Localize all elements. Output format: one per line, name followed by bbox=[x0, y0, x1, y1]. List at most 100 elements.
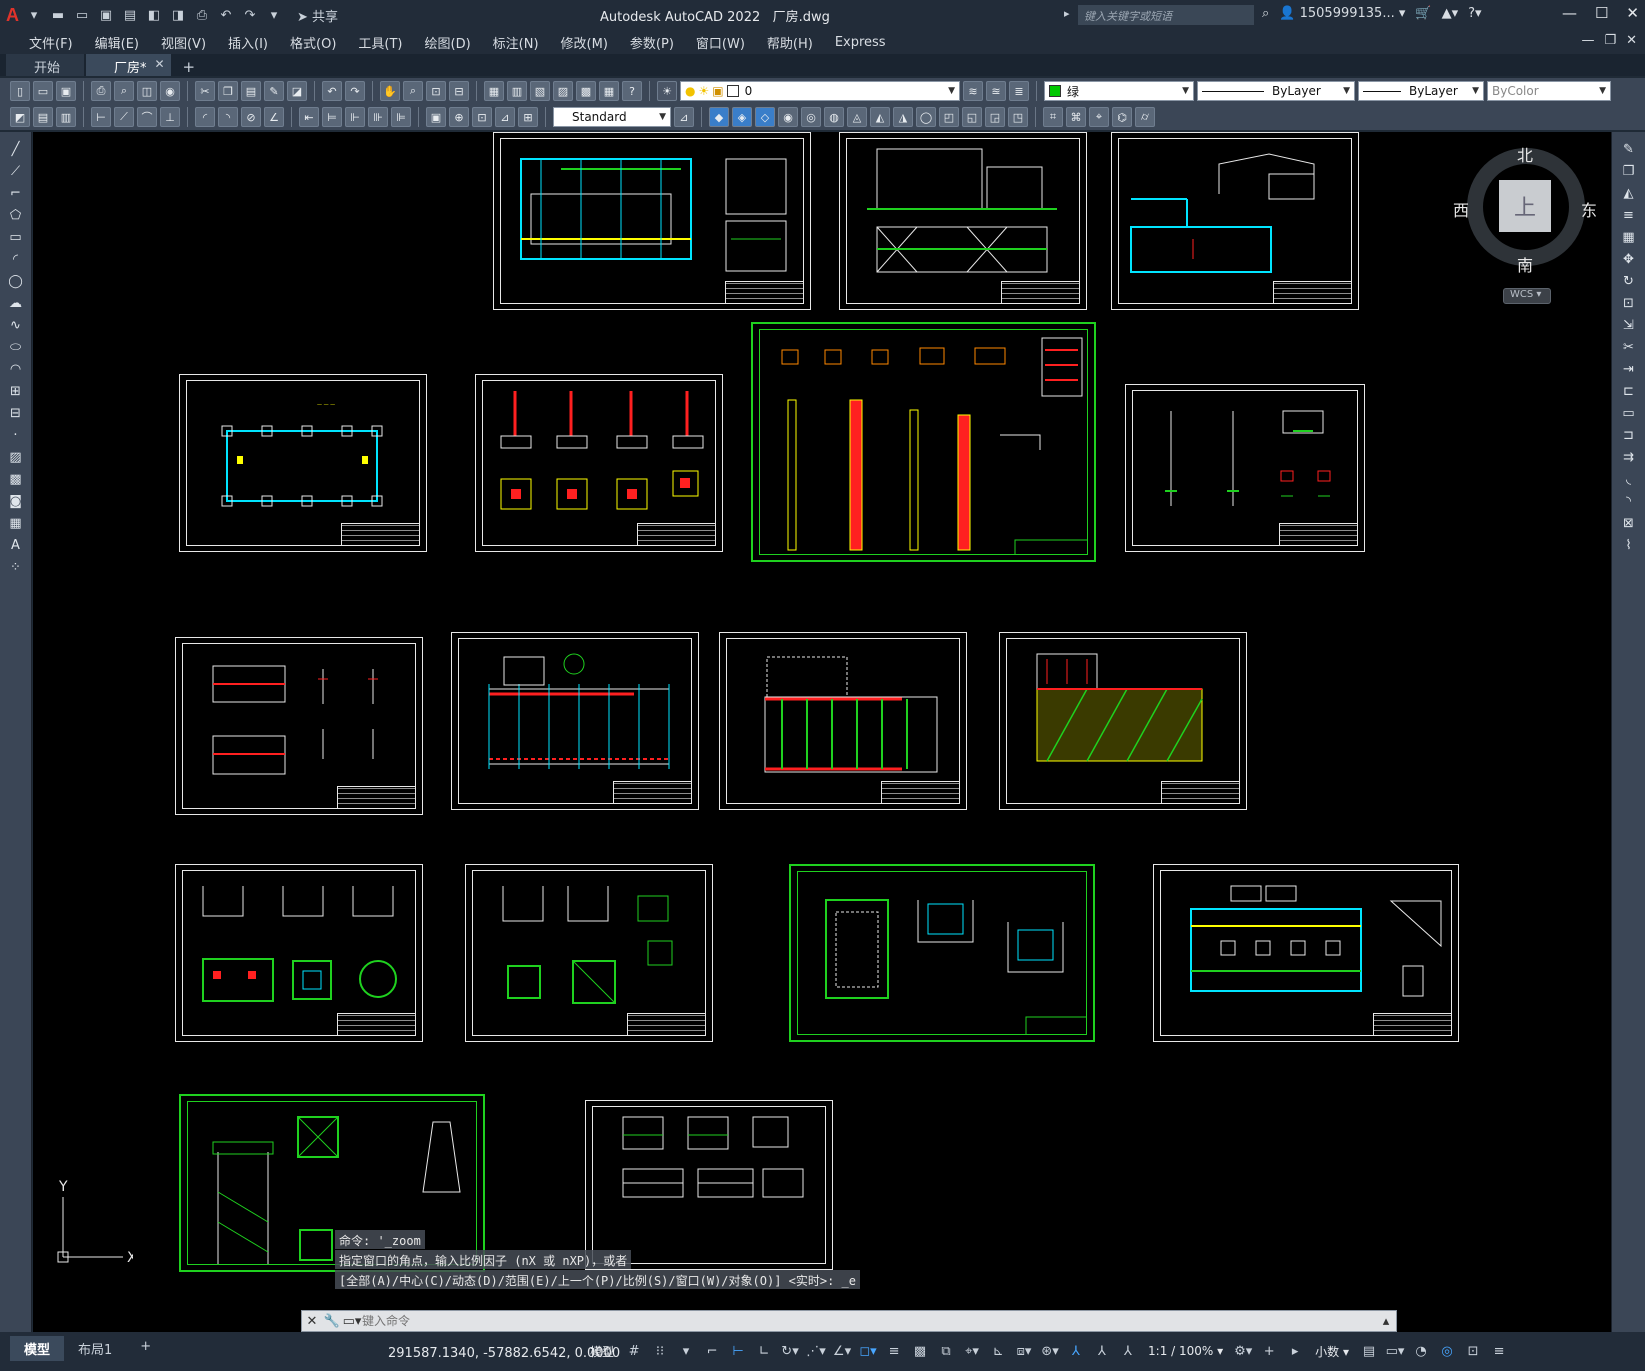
paste-icon[interactable]: ▤ bbox=[241, 81, 261, 101]
menu-window[interactable]: 窗口(W) bbox=[685, 33, 756, 52]
pyramid-icon[interactable]: ◬ bbox=[847, 107, 867, 127]
mirror-icon[interactable]: ◭ bbox=[1619, 184, 1639, 202]
blend-icon[interactable]: ◝ bbox=[1619, 492, 1639, 510]
dim-break-icon[interactable]: ⊫ bbox=[391, 107, 411, 127]
autodesk-app-icon[interactable]: ▲▾ bbox=[1442, 6, 1459, 21]
extrude-icon[interactable]: ◭ bbox=[870, 107, 890, 127]
quick-dim-icon[interactable]: ⇤ bbox=[299, 107, 319, 127]
calculator-icon[interactable]: ▦ bbox=[599, 81, 619, 101]
lineweight-dropdown[interactable]: ByLayer ▼ bbox=[1358, 81, 1484, 101]
menu-view[interactable]: 视图(V) bbox=[150, 33, 217, 52]
transparency-icon[interactable]: ▩ bbox=[910, 1340, 930, 1362]
drawing-area[interactable]: — — — 上 北 南 东 西 WCS ▾ Y X 命令: '_zoom 指定窗… bbox=[33, 132, 1611, 1332]
drawing-sheet[interactable]: — — — bbox=[179, 374, 427, 552]
angular-icon[interactable]: ∠ bbox=[264, 107, 284, 127]
clean-screen-icon[interactable]: ⊡ bbox=[1463, 1340, 1483, 1362]
plot-icon[interactable]: ⎙ bbox=[193, 6, 211, 24]
rectangle-icon[interactable]: ▭ bbox=[6, 228, 26, 246]
new-icon[interactable]: ▯ bbox=[10, 81, 30, 101]
extend-icon[interactable]: ⇥ bbox=[1619, 360, 1639, 378]
insert-block-icon[interactable]: ⊞ bbox=[6, 382, 26, 400]
ellipse-arc-icon[interactable]: ◠ bbox=[6, 360, 26, 378]
help-icon[interactable]: ?▾ bbox=[1468, 6, 1481, 21]
ortho-icon[interactable]: ∟ bbox=[754, 1340, 774, 1362]
lock-ui-icon[interactable]: ▭▾ bbox=[1385, 1340, 1405, 1362]
customize-command-icon[interactable]: 🔧 bbox=[322, 1314, 342, 1329]
copy-icon[interactable]: ❐ bbox=[1619, 162, 1639, 180]
plotstyle-dropdown[interactable]: ByColor ▼ bbox=[1487, 81, 1611, 101]
menu-edit[interactable]: 编辑(E) bbox=[84, 33, 150, 52]
hatch-icon[interactable]: ▨ bbox=[6, 448, 26, 466]
open-file-icon[interactable]: ▭ bbox=[73, 6, 91, 24]
design-center-icon[interactable]: ▥ bbox=[507, 81, 527, 101]
plot-preview-icon[interactable]: ⌕ bbox=[114, 81, 134, 101]
compass-west[interactable]: 西 bbox=[1453, 197, 1469, 221]
dim-style-icon[interactable]: ⊿ bbox=[674, 107, 694, 127]
properties-icon[interactable]: ▦ bbox=[484, 81, 504, 101]
color-dropdown[interactable]: 绿 ▼ bbox=[1044, 81, 1194, 101]
gradient-icon[interactable]: ▩ bbox=[6, 470, 26, 488]
object-snap-icon[interactable]: ◻▾ bbox=[858, 1340, 878, 1362]
quick-properties-icon[interactable]: ▤ bbox=[1359, 1340, 1379, 1362]
compass-east[interactable]: 东 bbox=[1581, 197, 1597, 221]
drawing-sheet[interactable] bbox=[719, 632, 967, 810]
ucs-face-icon[interactable]: ⌬ bbox=[1112, 107, 1132, 127]
layer-match-icon[interactable]: ▥ bbox=[56, 107, 76, 127]
drawing-sheet[interactable] bbox=[175, 864, 423, 1042]
center-mark-icon[interactable]: ⊕ bbox=[449, 107, 469, 127]
erase-icon[interactable]: ✎ bbox=[1619, 140, 1639, 158]
sweep-icon[interactable]: ◯ bbox=[916, 107, 936, 127]
menu-express[interactable]: Express bbox=[824, 35, 897, 50]
tab-model[interactable]: 模型 bbox=[10, 1336, 65, 1361]
drawing-sheet[interactable] bbox=[493, 132, 811, 310]
selection-cycling-icon[interactable]: ⧉ bbox=[936, 1340, 956, 1362]
explode-icon[interactable]: ⊠ bbox=[1619, 514, 1639, 532]
sheet-set-icon[interactable]: ▨ bbox=[553, 81, 573, 101]
zoom-realtime-icon[interactable]: ⌕ bbox=[403, 81, 423, 101]
move-icon[interactable]: ✥ bbox=[1619, 250, 1639, 268]
snap-menu-icon[interactable]: ▾ bbox=[676, 1340, 696, 1362]
command-input[interactable] bbox=[362, 1312, 1262, 1330]
stretch-icon[interactable]: ⇲ bbox=[1619, 316, 1639, 334]
drawing-sheet[interactable] bbox=[839, 132, 1087, 310]
menu-file[interactable]: 文件(F) bbox=[18, 33, 84, 52]
cut-icon[interactable]: ✂ bbox=[195, 81, 215, 101]
save-icon[interactable]: ▣ bbox=[56, 81, 76, 101]
drawing-sheet[interactable] bbox=[999, 632, 1247, 810]
viewcube-top-face[interactable]: 上 bbox=[1499, 180, 1551, 232]
polygon-icon[interactable]: ⬠ bbox=[6, 206, 26, 224]
array-icon[interactable]: ▦ bbox=[1619, 228, 1639, 246]
drawing-sheet[interactable] bbox=[451, 632, 699, 810]
model-space-toggle[interactable]: 模型 bbox=[586, 1343, 618, 1360]
intersect-icon[interactable]: ◳ bbox=[1008, 107, 1028, 127]
trim-icon[interactable]: ✂ bbox=[1619, 338, 1639, 356]
continue-icon[interactable]: ⊩ bbox=[345, 107, 365, 127]
workspace-icon[interactable]: ⚙▾ bbox=[1233, 1340, 1253, 1362]
auto-scale-icon[interactable]: ⅄ bbox=[1092, 1340, 1112, 1362]
gizmo-icon[interactable]: ⊛▾ bbox=[1040, 1340, 1060, 1362]
drawing-sheet[interactable] bbox=[751, 322, 1096, 562]
menu-tools[interactable]: 工具(T) bbox=[347, 33, 413, 52]
subtract-icon[interactable]: ◲ bbox=[985, 107, 1005, 127]
save-as-icon[interactable]: ▤ bbox=[121, 6, 139, 24]
menu-dimension[interactable]: 标注(N) bbox=[482, 33, 550, 52]
make-block-icon[interactable]: ⊟ bbox=[6, 404, 26, 422]
baseline-icon[interactable]: ⊨ bbox=[322, 107, 342, 127]
table-icon[interactable]: ▦ bbox=[6, 514, 26, 532]
add-layout-button[interactable]: + bbox=[126, 1336, 165, 1361]
torus-icon[interactable]: ◍ bbox=[824, 107, 844, 127]
search-expand-icon[interactable]: ▸ bbox=[1064, 7, 1070, 20]
search-input[interactable]: 键入关键字或短语 bbox=[1078, 5, 1254, 25]
customization-icon[interactable]: ≡ bbox=[1489, 1340, 1509, 1362]
scale-icon[interactable]: ⊡ bbox=[1619, 294, 1639, 312]
annotation-monitor-icon[interactable]: + bbox=[1259, 1340, 1279, 1362]
sphere-icon[interactable]: ◉ bbox=[778, 107, 798, 127]
insert-block-icon[interactable]: ◩ bbox=[10, 107, 30, 127]
inspect-icon[interactable]: ⊡ bbox=[472, 107, 492, 127]
3d-osnap-icon[interactable]: ⌖▾ bbox=[962, 1340, 982, 1362]
pan-icon[interactable]: ✋ bbox=[380, 81, 400, 101]
copy-icon[interactable]: ❐ bbox=[218, 81, 238, 101]
layer-previous-icon[interactable]: ≊ bbox=[986, 81, 1006, 101]
drawing-sheet[interactable] bbox=[175, 637, 423, 815]
help-icon[interactable]: ? bbox=[622, 81, 642, 101]
